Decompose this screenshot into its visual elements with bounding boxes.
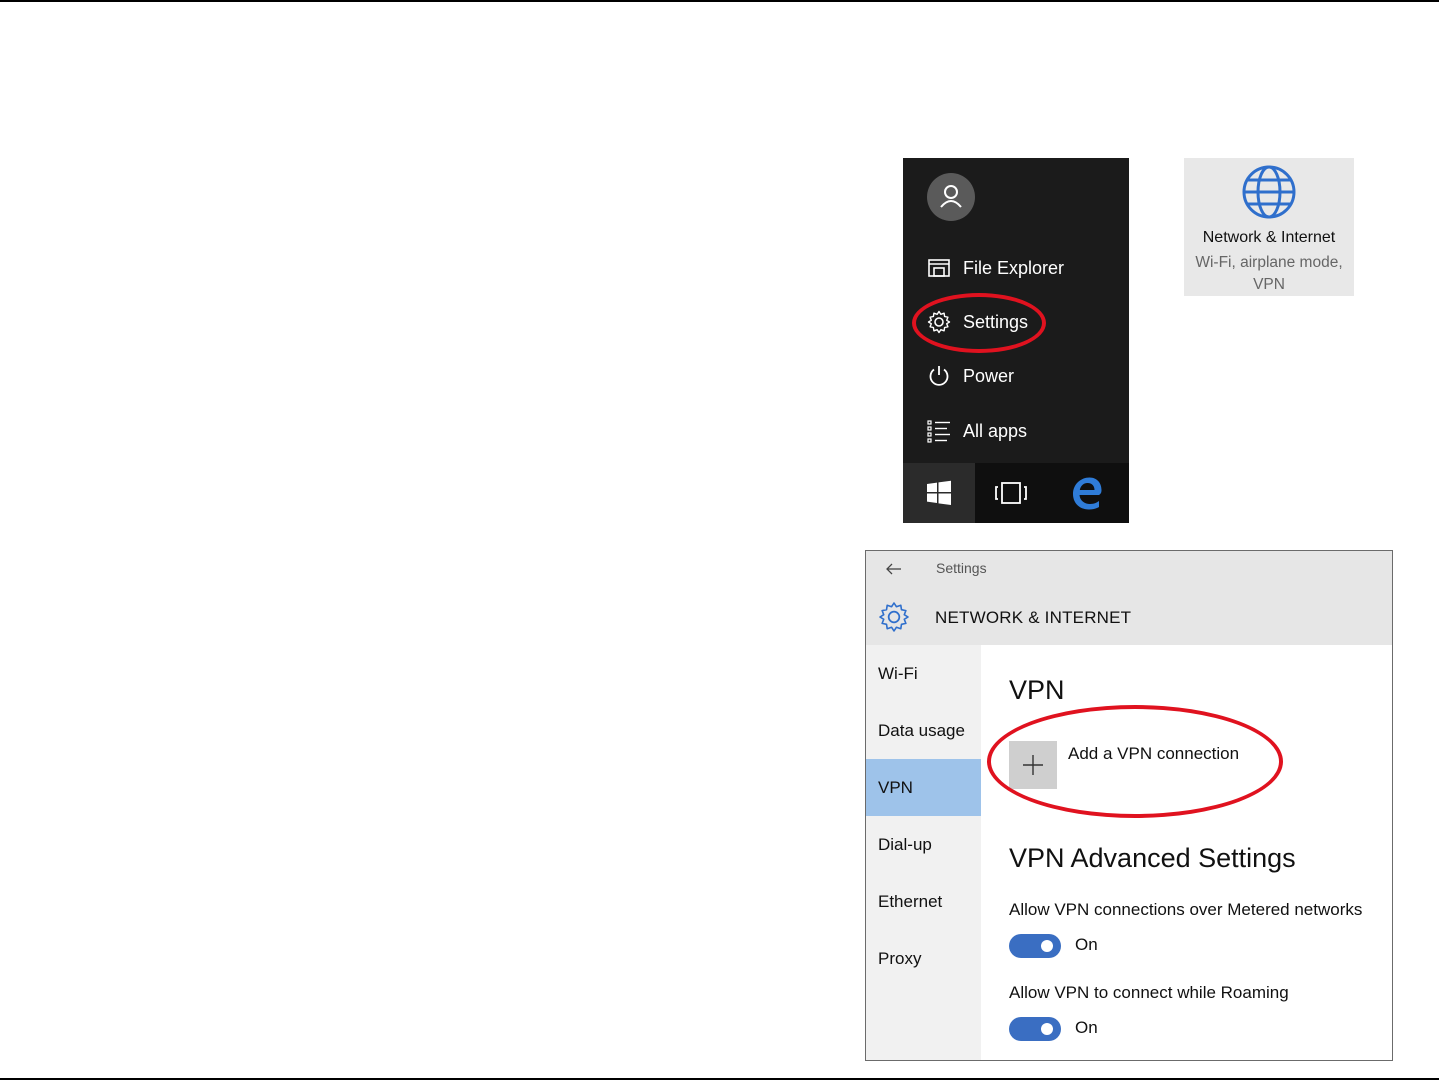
settings-sidebar: Wi-Fi Data usage VPN Dial-up Ethernet Pr… xyxy=(866,645,981,1060)
back-arrow-icon[interactable] xyxy=(884,559,904,579)
metered-toggle[interactable] xyxy=(1009,934,1061,958)
folder-icon xyxy=(927,256,951,280)
bottom-rule xyxy=(0,1078,1439,1080)
start-item-label: All apps xyxy=(963,420,1028,441)
gear-icon xyxy=(879,602,909,632)
tile-subtitle-line2: VPN xyxy=(1253,276,1285,293)
start-item-file-explorer[interactable]: File Explorer xyxy=(903,246,1129,290)
globe-icon xyxy=(1242,165,1296,219)
start-item-label: File Explorer xyxy=(963,257,1065,278)
sidebar-item-dial-up[interactable]: Dial-up xyxy=(866,816,981,873)
settings-highlight-ellipse xyxy=(912,293,1046,353)
start-item-label: Power xyxy=(963,365,1015,386)
advanced-settings-heading: VPN Advanced Settings xyxy=(1009,843,1296,873)
list-icon xyxy=(927,419,951,443)
sidebar-item-proxy[interactable]: Proxy xyxy=(866,930,981,987)
user-icon xyxy=(940,185,962,208)
tile-subtitle: Wi-Fi, airplane mode, VPN xyxy=(1184,252,1354,296)
edge-icon xyxy=(1073,477,1102,510)
sidebar-item-ethernet[interactable]: Ethernet xyxy=(866,873,981,930)
vpn-heading: VPN xyxy=(1009,675,1065,705)
tile-title: Network & Internet xyxy=(1202,229,1336,246)
roaming-toggle-state: On xyxy=(1075,1018,1098,1037)
window-caption: Settings xyxy=(936,560,987,576)
sidebar-item-wifi[interactable]: Wi-Fi xyxy=(866,645,981,702)
settings-content: VPN Add a VPN connection VPN Advanced Se… xyxy=(981,645,1392,1060)
power-icon xyxy=(927,364,951,388)
user-avatar[interactable] xyxy=(927,173,975,221)
add-vpn-highlight-ellipse xyxy=(987,705,1283,818)
metered-option-label: Allow VPN connections over Metered netwo… xyxy=(1009,900,1363,919)
network-internet-tile[interactable]: Network & Internet Wi-Fi, airplane mode,… xyxy=(1184,158,1354,296)
start-item-power[interactable]: Power xyxy=(903,354,1129,398)
start-item-all-apps[interactable]: All apps xyxy=(903,409,1129,453)
sidebar-item-vpn[interactable]: VPN xyxy=(866,759,981,816)
top-rule xyxy=(0,0,1439,2)
task-view-button[interactable] xyxy=(975,463,1047,523)
page-title: NETWORK & INTERNET xyxy=(935,608,1132,627)
metered-toggle-state: On xyxy=(1075,935,1098,954)
toggle-knob xyxy=(1041,940,1053,952)
task-view-icon xyxy=(995,482,1027,504)
tile-subtitle-line1: Wi-Fi, airplane mode, xyxy=(1195,254,1343,271)
roaming-option-label: Allow VPN to connect while Roaming xyxy=(1009,983,1289,1002)
start-button[interactable] xyxy=(903,463,975,523)
edge-button[interactable] xyxy=(1051,463,1123,523)
toggle-knob xyxy=(1041,1023,1053,1035)
taskbar xyxy=(903,463,1129,523)
sidebar-item-data-usage[interactable]: Data usage xyxy=(866,702,981,759)
window-header: Settings NETWORK & INTERNET xyxy=(866,551,1392,645)
roaming-toggle[interactable] xyxy=(1009,1017,1061,1041)
windows-icon xyxy=(927,480,951,505)
